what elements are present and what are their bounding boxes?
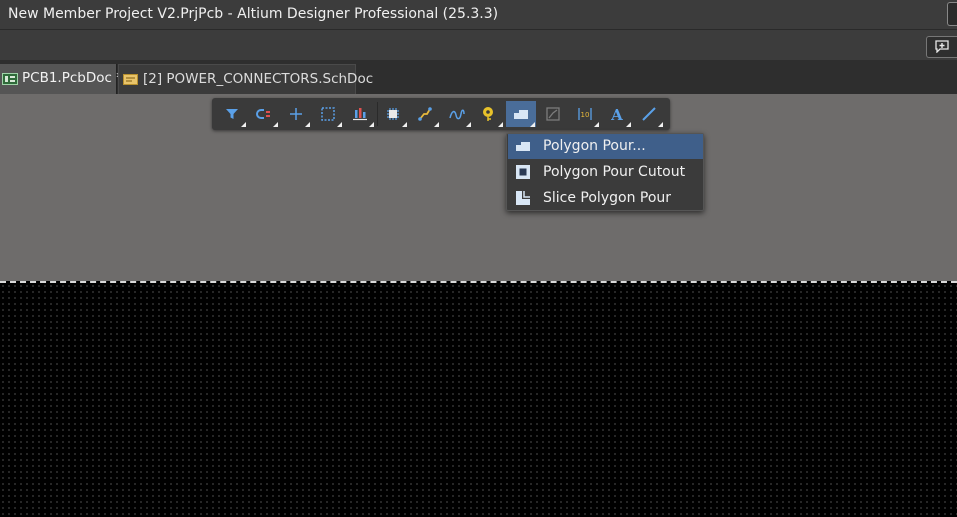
diff-pair-button[interactable] — [442, 101, 472, 127]
region-button[interactable] — [538, 101, 568, 127]
interactive-snap-button[interactable] — [249, 101, 279, 127]
polygon-pour-button[interactable] — [506, 101, 536, 127]
via-pad-button[interactable] — [474, 101, 504, 127]
comment-icon — [935, 40, 949, 53]
tab-pcb1-pcbdoc[interactable]: PCB1.PcbDoc * — [0, 64, 123, 94]
polygon-pour-icon — [514, 110, 528, 119]
select-rectangle-icon — [321, 107, 335, 121]
line-icon — [642, 107, 656, 121]
menu-item-label: Polygon Pour... — [543, 138, 646, 154]
svg-text:A: A — [610, 106, 623, 122]
menu-item-polygon-pour-cutout[interactable]: Polygon Pour Cutout — [508, 160, 703, 185]
window-title: New Member Project V2.PrjPcb - Altium De… — [8, 6, 499, 22]
dimension-icon: 10 — [578, 108, 592, 120]
polygon-pour-icon — [516, 142, 530, 151]
route-button[interactable] — [410, 101, 440, 127]
pcb-doc-icon — [2, 73, 18, 85]
slice-polygon-icon — [516, 191, 530, 205]
interactive-routing-snap-icon — [256, 109, 270, 119]
schematic-doc-icon — [123, 74, 138, 85]
menu-item-label: Slice Polygon Pour — [543, 190, 672, 206]
menu-item-polygon-pour[interactable]: Polygon Pour... — [508, 134, 703, 159]
comment-button[interactable] — [926, 36, 957, 58]
menu-bar — [0, 30, 957, 60]
diff-pair-icon — [449, 109, 465, 120]
component-icon — [387, 108, 399, 120]
polygon-cutout-icon — [516, 165, 530, 179]
document-tab-bar: PCB1.PcbDoc * [2] POWER_CONNECTORS.SchDo… — [0, 60, 957, 94]
title-bar: New Member Project V2.PrjPcb - Altium De… — [0, 0, 957, 30]
align-button[interactable] — [345, 101, 375, 127]
via-pad-icon — [483, 107, 493, 121]
string-button[interactable]: A — [602, 101, 632, 127]
active-bar-toolbar: 10 A — [212, 98, 670, 130]
dimension-button[interactable]: 10 — [570, 101, 600, 127]
route-icon — [418, 107, 432, 121]
tab-power-connectors-schdoc[interactable]: [2] POWER_CONNECTORS.SchDoc — [118, 64, 373, 94]
menu-item-label: Polygon Pour Cutout — [543, 164, 686, 180]
region-icon — [546, 107, 560, 121]
tab-label: PCB1.PcbDoc * — [22, 70, 123, 86]
polygon-dropdown-menu: Polygon Pour... Polygon Pour Cutout Slic… — [506, 133, 704, 211]
place-component-button[interactable] — [378, 101, 408, 127]
align-icon — [353, 108, 367, 121]
svg-text:10: 10 — [581, 111, 590, 119]
crosshair-button[interactable] — [281, 101, 311, 127]
filter-icon — [226, 109, 238, 119]
window-control-partial[interactable] — [947, 2, 957, 26]
crosshair-icon — [290, 108, 302, 120]
text-icon: A — [610, 106, 623, 122]
filter-button[interactable] — [217, 101, 247, 127]
line-button[interactable] — [634, 101, 664, 127]
pcb-board-canvas[interactable] — [0, 283, 957, 517]
menu-item-slice-polygon-pour[interactable]: Slice Polygon Pour — [508, 186, 703, 211]
select-rectangle-button[interactable] — [313, 101, 343, 127]
tab-label: [2] POWER_CONNECTORS.SchDoc — [143, 71, 374, 87]
